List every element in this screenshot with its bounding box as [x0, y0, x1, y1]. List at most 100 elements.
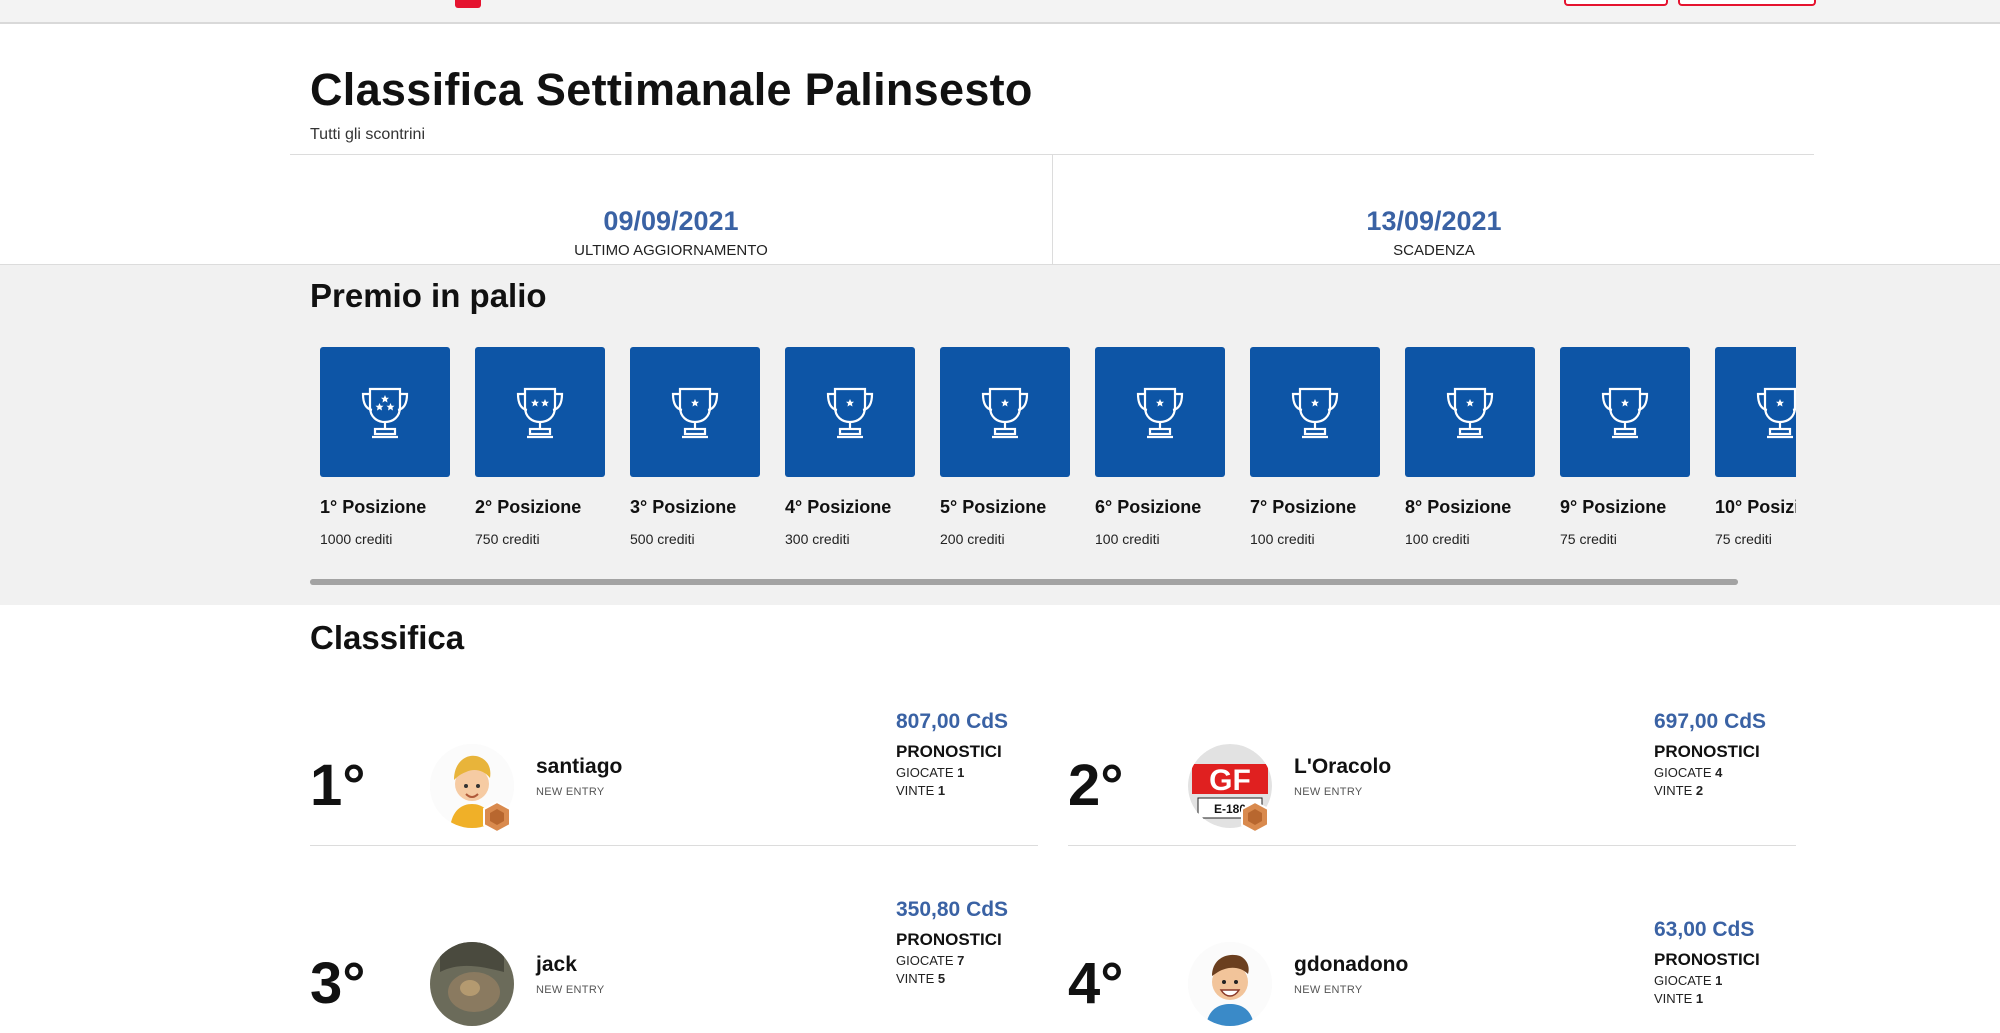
- played-value: 1: [957, 765, 965, 780]
- stats-heading: PRONOSTICI: [896, 930, 1002, 949]
- rank-number: 1°: [310, 753, 366, 818]
- won-value: 1: [1695, 991, 1704, 1006]
- photo-avatar-icon: [430, 942, 514, 1026]
- leaderboard-header: Classifica Settimanale Palinsesto Tutti …: [0, 24, 2000, 264]
- prize-scrollbar[interactable]: [310, 579, 1738, 585]
- username[interactable]: L'Oracolo: [1294, 755, 1391, 779]
- played-label: GIOCATE: [896, 765, 954, 780]
- prize-badge: [1715, 347, 1796, 477]
- played-label: GIOCATE: [896, 953, 954, 968]
- header-button-left[interactable]: [1564, 0, 1668, 6]
- won-stat: VINTE 1: [1654, 991, 1794, 1006]
- stats-heading: PRONOSTICI: [1654, 950, 1760, 969]
- prize-position: 7° Posizione: [1250, 497, 1357, 517]
- prize-badge: [475, 347, 605, 477]
- prize-position: 2° Posizione: [475, 497, 582, 517]
- prize-credits: 100 crediti: [1250, 531, 1315, 547]
- played-value: 1: [1715, 973, 1723, 988]
- score-value: 697,00 CdS: [1654, 710, 1767, 733]
- site-logo[interactable]: [455, 0, 481, 8]
- user-stats: 697,00 CdS PRONOSTICI GIOCATE 4 VINTE 2: [1654, 710, 1794, 798]
- won-value: 5: [937, 971, 946, 986]
- trophy-icon: [1601, 387, 1649, 439]
- trophy-icon: [826, 387, 874, 439]
- deadline-info: 13/09/2021 SCADENZA: [1052, 154, 1815, 264]
- prize-position: 5° Posizione: [940, 497, 1047, 517]
- user-stats: 350,80 CdS PRONOSTICI GIOCATE 7 VINTE 5: [896, 898, 1036, 986]
- prize-badge: [1095, 347, 1225, 477]
- deadline-date: 13/09/2021: [1366, 206, 1502, 236]
- ranking-section: Classifica 1° santiago NEW ENTRY 807,00 …: [0, 605, 2000, 1026]
- prize-credits: 100 crediti: [1095, 531, 1160, 547]
- new-entry-tag: NEW ENTRY: [536, 984, 605, 996]
- new-entry-tag: NEW ENTRY: [1294, 984, 1363, 996]
- prize-badge: [785, 347, 915, 477]
- prizes-title: Premio in palio: [310, 277, 547, 314]
- score-value: 350,80 CdS: [896, 898, 1009, 921]
- trophy-icon: [1291, 387, 1339, 439]
- prize-credits: 750 crediti: [475, 531, 540, 547]
- prizes-section: Premio in palio 1° Posizione 1000 crediti…: [0, 264, 2000, 606]
- rank-number: 2°: [1068, 753, 1124, 818]
- prize-position: 10° Posizione: [1715, 497, 1796, 517]
- prize-credits: 100 crediti: [1405, 531, 1470, 547]
- prize-badge: [320, 347, 450, 477]
- username[interactable]: gdonadono: [1294, 953, 1408, 977]
- prize-credits: 200 crediti: [940, 531, 1005, 547]
- trophy-icon: [671, 387, 719, 439]
- level-badge-icon: [1241, 800, 1269, 834]
- played-stat: GIOCATE 7: [896, 953, 1036, 968]
- prize-position: 4° Posizione: [785, 497, 892, 517]
- trophy-icon: [1756, 387, 1796, 439]
- avatar[interactable]: [430, 942, 514, 1026]
- page-subtitle: Tutti gli scontrini: [310, 126, 425, 143]
- level-badge-icon: [483, 800, 511, 834]
- user-stats: 63,00 CdS PRONOSTICI GIOCATE 1 VINTE 1: [1654, 918, 1794, 1006]
- deadline-label: SCADENZA: [1393, 242, 1475, 259]
- last-update-label: ULTIMO AGGIORNAMENTO: [574, 242, 768, 259]
- username[interactable]: santiago: [536, 755, 622, 779]
- prize-credits: 75 crediti: [1715, 531, 1772, 547]
- prize-badge: [940, 347, 1070, 477]
- cartoon-man-avatar-icon: [1188, 942, 1272, 1026]
- new-entry-tag: NEW ENTRY: [536, 786, 605, 798]
- prize-badge: [1250, 347, 1380, 477]
- won-value: 1: [937, 783, 946, 798]
- played-value: 4: [1715, 765, 1723, 780]
- stats-heading: PRONOSTICI: [1654, 742, 1760, 761]
- prize-carousel[interactable]: 1° Posizione 1000 crediti 2° Posizione 750…: [310, 347, 1796, 547]
- prize-position: 8° Posizione: [1405, 497, 1512, 517]
- last-update-info: 09/09/2021 ULTIMO AGGIORNAMENTO: [290, 154, 1052, 264]
- username[interactable]: jack: [536, 953, 577, 977]
- header-button-right[interactable]: [1678, 0, 1816, 6]
- prize-scrollbar-thumb[interactable]: [310, 579, 1738, 585]
- trophy-icon: [516, 387, 564, 439]
- ranking-title: Classifica: [310, 619, 465, 656]
- won-value: 2: [1695, 783, 1704, 798]
- prize-position: 9° Posizione: [1560, 497, 1667, 517]
- played-label: GIOCATE: [1654, 973, 1712, 988]
- played-stat: GIOCATE 4: [1654, 765, 1794, 780]
- trophy-icon: [1446, 387, 1494, 439]
- won-stat: VINTE 5: [896, 971, 1036, 986]
- won-stat: VINTE 2: [1654, 783, 1794, 798]
- ranking-row[interactable]: 4° gdonadono NEW ENTRY 63,00 CdS PRONOST…: [1068, 888, 1796, 1033]
- prize-badge: [1405, 347, 1535, 477]
- won-stat: VINTE 1: [896, 783, 1036, 798]
- ranking-row[interactable]: 3° jack NEW ENTRY 350,80 CdS PRONOSTICI …: [310, 888, 1038, 1033]
- won-label: VINTE: [896, 783, 935, 798]
- won-label: VINTE: [1654, 991, 1693, 1006]
- site-header: [0, 0, 2000, 24]
- ranking-row[interactable]: 2° GF E-180 L'Oracolo NEW ENTRY 697,00 C…: [1068, 700, 1796, 846]
- played-value: 7: [957, 953, 965, 968]
- played-stat: GIOCATE 1: [1654, 973, 1794, 988]
- avatar[interactable]: [1188, 942, 1272, 1026]
- score-value: 807,00 CdS: [896, 710, 1009, 733]
- prize-position: 3° Posizione: [630, 497, 737, 517]
- prize-position: 1° Posizione: [320, 497, 427, 517]
- page-title: Classifica Settimanale Palinsesto: [310, 64, 1033, 115]
- prize-credits: 300 crediti: [785, 531, 850, 547]
- rank-number: 4°: [1068, 951, 1124, 1016]
- won-label: VINTE: [896, 971, 935, 986]
- ranking-row[interactable]: 1° santiago NEW ENTRY 807,00 CdS PRONOST…: [310, 700, 1038, 846]
